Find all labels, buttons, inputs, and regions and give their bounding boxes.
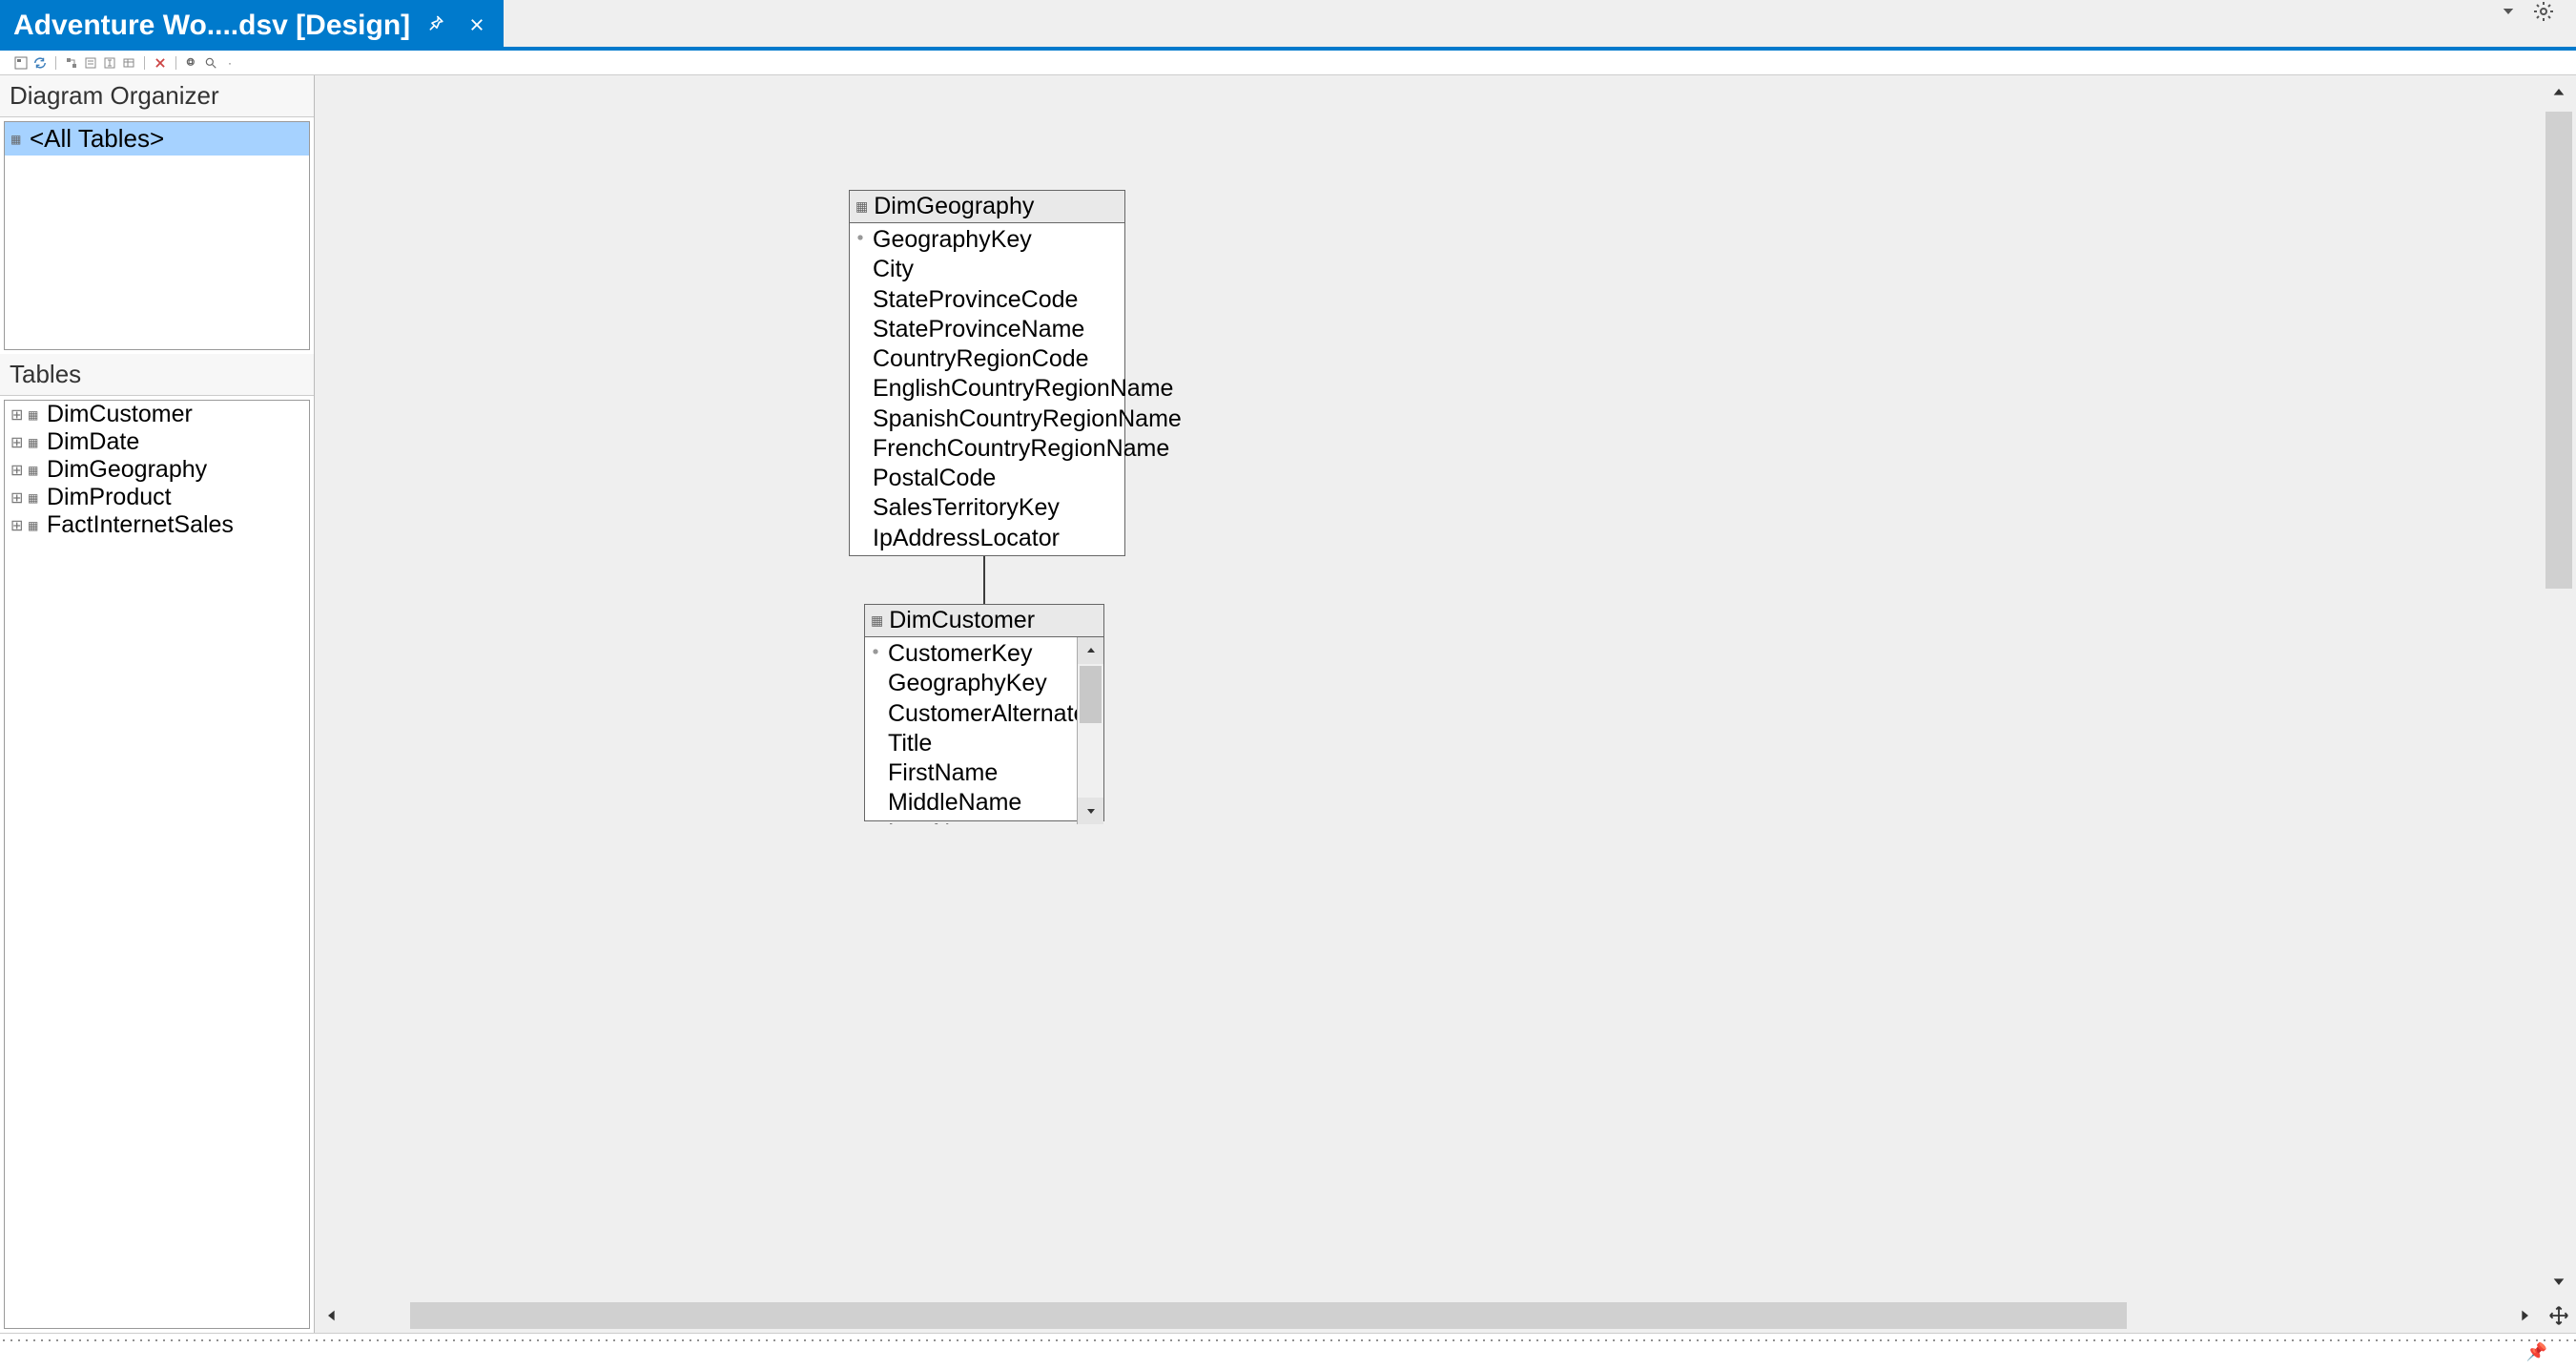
gear-icon[interactable] — [2532, 0, 2555, 23]
erd-column[interactable]: EnglishCountryRegionName — [850, 374, 1124, 404]
erd-column[interactable]: LastName — [865, 819, 1075, 825]
erd-table-dimcustomer[interactable]: ▦ DimCustomer CustomerKey GeographyKey C… — [864, 604, 1104, 821]
window-dropdown-icon[interactable] — [2500, 3, 2517, 20]
table-header-icon: ▦ — [855, 198, 868, 215]
table-icon: ▦ — [28, 464, 41, 477]
toolbar-overflow-icon[interactable]: · — [222, 55, 237, 71]
diagram-list[interactable]: ▦ <All Tables> — [4, 121, 310, 350]
erd-column[interactable]: FirstName — [865, 758, 1075, 788]
erd-table-scrollbar[interactable] — [1077, 637, 1103, 824]
erd-table-body: GeographyKey City StateProvinceCode Stat… — [850, 223, 1124, 555]
scroll-down-icon[interactable] — [1078, 798, 1103, 824]
scroll-down-icon[interactable] — [2542, 1264, 2576, 1298]
diagram-icon: ▦ — [10, 133, 24, 146]
diagram-item-all-tables[interactable]: ▦ <All Tables> — [5, 122, 309, 156]
dsv-toolbar: · — [0, 51, 2576, 75]
pin-icon[interactable] — [423, 10, 450, 40]
table-icon: ▦ — [28, 436, 41, 449]
diagram-organizer-header: Diagram Organizer — [0, 75, 314, 117]
erd-column[interactable]: CountryRegionCode — [850, 344, 1124, 374]
erd-column[interactable]: CustomerAlternateKey — [865, 699, 1075, 729]
erd-column[interactable]: MiddleName — [865, 788, 1075, 818]
dsv-canvas[interactable]: ▦ DimGeography GeographyKey City StatePr… — [315, 75, 2542, 1298]
toolbar-find-icon[interactable] — [203, 55, 218, 71]
toolbar-zoom-fit-icon[interactable] — [184, 55, 199, 71]
toolbar-layout-icon[interactable] — [13, 55, 29, 71]
scroll-right-icon[interactable] — [2507, 1298, 2542, 1333]
canvas-vscroll[interactable] — [2542, 75, 2576, 1298]
output-panel-header[interactable]: Output 📌 — [0, 1342, 2576, 1369]
table-item-dimgeography[interactable]: ⊞ ▦ DimGeography — [5, 456, 309, 484]
erd-column[interactable]: SalesTerritoryKey — [850, 493, 1124, 523]
close-icon[interactable] — [464, 10, 490, 40]
table-icon: ▦ — [28, 491, 41, 505]
erd-column[interactable]: City — [850, 255, 1124, 284]
erd-table-title-text: DimCustomer — [889, 607, 1035, 634]
toolbar-new-named-calc-icon[interactable] — [102, 55, 117, 71]
tables-list[interactable]: ⊞ ▦ DimCustomer ⊞ ▦ DimDate ⊞ ▦ DimGeography ⊞… — [4, 400, 310, 1329]
table-item-factinternetsales[interactable]: ⊞ ▦ FactInternetSales — [5, 511, 309, 539]
erd-column[interactable]: FrenchCountryRegionName — [850, 434, 1124, 464]
erd-table-title[interactable]: ▦ DimGeography — [850, 191, 1124, 223]
table-item-label: DimDate — [47, 428, 139, 456]
tree-toggle-icon[interactable]: ⊞ — [10, 433, 22, 452]
table-item-label: DimGeography — [47, 456, 207, 484]
erd-table-dimgeography[interactable]: ▦ DimGeography GeographyKey City StatePr… — [849, 190, 1125, 556]
tab-strip: Adventure Wo....dsv [Design] — [0, 0, 2576, 51]
erd-column[interactable]: GeographyKey — [865, 669, 1075, 698]
erd-column[interactable]: SpanishCountryRegionName — [850, 404, 1124, 434]
table-item-label: DimProduct — [47, 484, 172, 511]
erd-column[interactable]: StateProvinceName — [850, 315, 1124, 344]
erd-column[interactable]: GeographyKey — [850, 225, 1124, 255]
tab-active-dsv-design[interactable]: Adventure Wo....dsv [Design] — [0, 0, 504, 51]
table-icon: ▦ — [28, 519, 41, 532]
erd-column[interactable]: IpAddressLocator — [850, 524, 1124, 553]
tab-well: Adventure Wo....dsv [Design] — [0, 0, 504, 51]
erd-column[interactable]: Title — [865, 729, 1075, 758]
pin-icon[interactable]: 📌 — [2526, 1342, 2547, 1362]
table-header-icon: ▦ — [871, 612, 883, 629]
toolbar-delete-icon[interactable] — [153, 55, 168, 71]
erd-column[interactable]: CustomerKey — [865, 639, 1075, 669]
tree-toggle-icon[interactable]: ⊞ — [10, 461, 22, 480]
toolbar-new-diagram-icon[interactable] — [64, 55, 79, 71]
toolbar-new-named-query-icon[interactable] — [83, 55, 98, 71]
left-pane: Diagram Organizer ▦ <All Tables> Tables … — [0, 75, 315, 1333]
erd-column[interactable]: StateProvinceCode — [850, 285, 1124, 315]
erd-table-body: CustomerKey GeographyKey CustomerAlterna… — [865, 637, 1103, 824]
dsv-canvas-wrap: ▦ DimGeography GeographyKey City StatePr… — [315, 75, 2576, 1333]
toolstrip-right — [2500, 0, 2576, 23]
erd-table-title-text: DimGeography — [874, 193, 1034, 220]
panel-splitter[interactable] — [0, 1333, 2576, 1342]
erd-table-title[interactable]: ▦ DimCustomer — [865, 605, 1103, 637]
table-item-dimdate[interactable]: ⊞ ▦ DimDate — [5, 428, 309, 456]
toolbar-refresh-icon[interactable] — [32, 55, 48, 71]
content-split: Diagram Organizer ▦ <All Tables> Tables … — [0, 75, 2576, 1333]
table-item-label: FactInternetSales — [47, 511, 234, 539]
table-item-dimcustomer[interactable]: ⊞ ▦ DimCustomer — [5, 401, 309, 428]
tree-toggle-icon[interactable]: ⊞ — [10, 488, 22, 508]
tables-header: Tables — [0, 354, 314, 396]
tree-toggle-icon[interactable]: ⊞ — [10, 405, 22, 425]
toolbar-show-table-icon[interactable] — [121, 55, 136, 71]
canvas-hscroll[interactable] — [315, 1298, 2576, 1333]
scroll-thumb[interactable] — [2545, 112, 2572, 589]
table-item-dimproduct[interactable]: ⊞ ▦ DimProduct — [5, 484, 309, 511]
erd-column[interactable]: PostalCode — [850, 464, 1124, 493]
tree-toggle-icon[interactable]: ⊞ — [10, 516, 22, 535]
table-icon: ▦ — [28, 408, 41, 422]
scroll-thumb[interactable] — [1080, 666, 1102, 723]
tab-title: Adventure Wo....dsv [Design] — [13, 10, 410, 42]
scroll-up-icon[interactable] — [2542, 75, 2576, 110]
pan-icon[interactable] — [2542, 1298, 2576, 1333]
diagram-item-label: <All Tables> — [30, 124, 164, 154]
scroll-left-icon[interactable] — [315, 1298, 349, 1333]
scroll-up-icon[interactable] — [1078, 637, 1103, 664]
scroll-thumb[interactable] — [410, 1302, 2127, 1329]
table-item-label: DimCustomer — [47, 401, 193, 428]
